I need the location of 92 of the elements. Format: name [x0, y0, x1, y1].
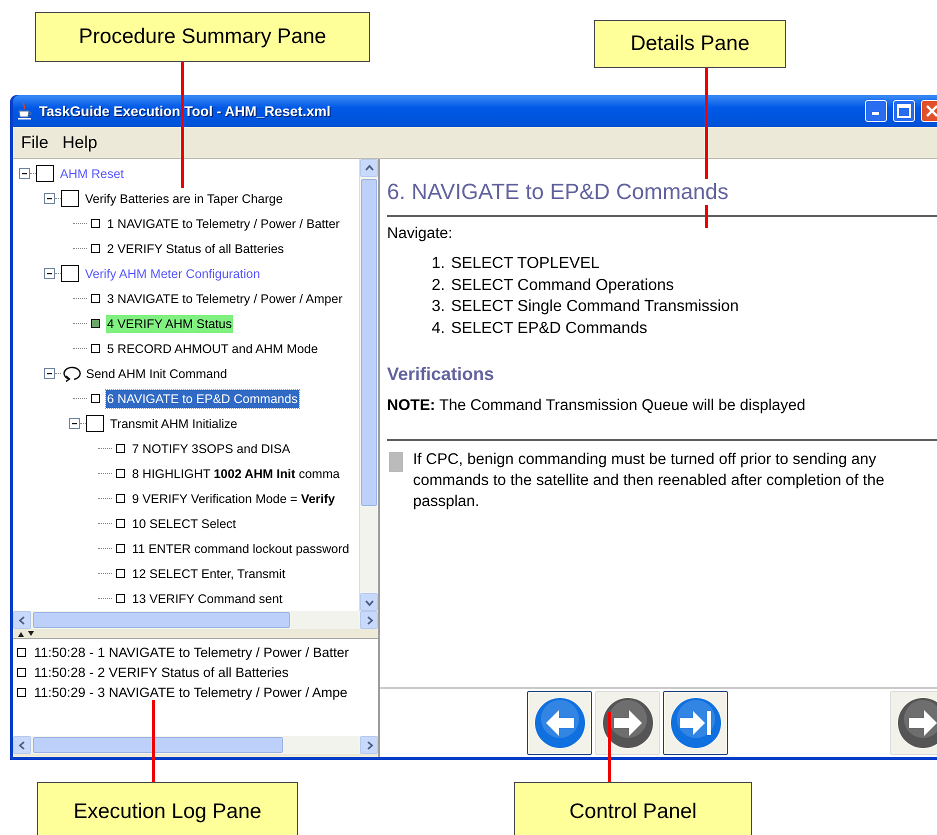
note-text: NOTE: The Command Transmission Queue will be displayed	[387, 397, 806, 415]
checkbox[interactable]	[61, 265, 79, 282]
step-checkbox[interactable]	[116, 594, 125, 603]
scrollbar-thumb[interactable]	[33, 737, 283, 753]
callout-label: Procedure Summary Pane	[35, 12, 370, 62]
step-checkbox[interactable]	[91, 244, 100, 253]
tree-item[interactable]: 2 VERIFY Status of all Batteries	[106, 240, 285, 258]
step-title: 6. NAVIGATE to EP&D Commands	[387, 179, 729, 205]
log-entry: 11:50:28 - 2 VERIFY Status of all Batteries	[34, 664, 289, 680]
window-title: TaskGuide Execution Tool - AHM_Reset.xml	[39, 103, 332, 119]
maximize-icon	[897, 104, 911, 118]
chevron-up-icon	[364, 164, 374, 172]
scroll-left-button[interactable]	[13, 611, 31, 629]
collapse-icon[interactable]	[69, 418, 80, 429]
tree-item[interactable]: 8 HIGHLIGHT 1002 AHM Init comma	[131, 464, 341, 482]
scrollbar-thumb[interactable]	[33, 612, 290, 628]
remark-marker	[389, 452, 403, 472]
back-button[interactable]	[527, 691, 592, 755]
log-entry: 11:50:29 - 3 NAVIGATE to Telemetry / Power / Ampe	[34, 684, 348, 700]
chevron-left-icon	[18, 616, 26, 624]
maximize-button[interactable]	[893, 100, 915, 122]
chevron-down-icon	[364, 598, 374, 606]
tree-item[interactable]: 4 VERIFY AHM Status	[106, 314, 233, 332]
tree-item[interactable]: 7 NOTIFY 3SOPS and DISA	[131, 440, 292, 458]
callout-label: Execution Log Pane	[37, 782, 298, 835]
tree-item[interactable]: 13 VERIFY Command sent	[131, 590, 284, 608]
tree-item[interactable]: 6 NAVIGATE to EP&D Commands	[106, 390, 299, 408]
chevron-right-icon	[364, 616, 374, 624]
tree-item[interactable]: 1 NAVIGATE to Telemetry / Power / Batter	[106, 214, 341, 232]
collapse-icon[interactable]	[19, 168, 30, 179]
step-checkbox[interactable]	[91, 319, 100, 328]
step-checkbox[interactable]	[116, 569, 125, 578]
step-number: 4.	[431, 318, 445, 338]
splitter-arrows-icon	[18, 630, 36, 636]
step-number: 3.	[431, 297, 445, 317]
tree-item[interactable]: 11 ENTER command lockout password	[131, 540, 350, 558]
callout-label: Control Panel	[514, 782, 752, 835]
step-checkbox[interactable]	[91, 394, 100, 403]
scroll-right-button[interactable]	[360, 611, 378, 629]
step-checkbox[interactable]	[91, 294, 100, 303]
checkbox[interactable]	[86, 415, 104, 432]
remark-text: If CPC, benign commanding must be turned off prior to sending any commands to the satellite and then reenabled after completion of the passplan.	[413, 450, 886, 512]
scroll-up-button[interactable]	[360, 159, 378, 177]
close-button[interactable]	[921, 100, 937, 122]
leader-line	[608, 712, 611, 782]
collapse-icon[interactable]	[44, 193, 55, 204]
tree-item[interactable]: Send AHM Init Command	[85, 364, 228, 382]
section-heading: Verifications	[387, 364, 496, 385]
step-number: 1.	[431, 254, 445, 274]
minimize-button[interactable]	[865, 100, 887, 122]
scroll-down-button[interactable]	[360, 593, 378, 611]
step-checkbox[interactable]	[116, 469, 125, 478]
tree-item[interactable]: Verify AHM Meter Configuration	[84, 264, 262, 282]
callout-label: Details Pane	[594, 20, 786, 68]
menu-item[interactable]: File	[21, 132, 48, 152]
checkbox[interactable]	[61, 190, 79, 207]
scroll-right-button[interactable]	[360, 736, 378, 754]
step-checkbox[interactable]	[116, 544, 125, 553]
step-checkbox[interactable]	[91, 344, 100, 353]
chevron-left-icon	[18, 740, 26, 750]
menu-item[interactable]: Help	[62, 132, 98, 152]
tree-item[interactable]: 12 SELECT Enter, Transmit	[131, 564, 286, 582]
skip-button[interactable]	[663, 691, 728, 755]
skip-to-end-icon	[670, 697, 722, 749]
step-checkbox[interactable]	[91, 219, 100, 228]
step-text: SELECT TOPLEVEL	[451, 254, 600, 274]
step-text: SELECT Single Command Transmission	[451, 297, 739, 317]
step-number: 2.	[431, 276, 445, 296]
tree-item[interactable]: 10 SELECT Select	[131, 514, 237, 532]
scroll-left-button[interactable]	[13, 736, 31, 754]
log-entry: 11:50:28 - 1 NAVIGATE to Telemetry / Power / Batter	[34, 644, 349, 660]
collapse-icon[interactable]	[44, 368, 55, 379]
step-text: SELECT Command Operations	[451, 276, 674, 296]
tree-item[interactable]: 3 NAVIGATE to Telemetry / Power / Amper	[106, 290, 344, 308]
collapse-icon[interactable]	[44, 268, 55, 279]
chevron-right-icon	[364, 740, 374, 750]
step-text: SELECT EP&D Commands	[451, 318, 648, 338]
tree-item[interactable]: AHM Reset	[59, 164, 125, 182]
tree-item[interactable]: Verify Batteries are in Taper Charge	[84, 190, 284, 208]
step-checkbox[interactable]	[116, 519, 125, 528]
step-checkbox[interactable]	[116, 444, 125, 453]
tree-item[interactable]: 5 RECORD AHMOUT and AHM Mode	[106, 340, 319, 358]
tree-item[interactable]: Transmit AHM Initialize	[109, 414, 238, 432]
coffee-cup-icon	[17, 102, 33, 120]
scrollbar-thumb[interactable]	[361, 179, 377, 506]
tree-item[interactable]: 9 VERIFY Verification Mode = Verify	[131, 490, 336, 508]
next-arrow-icon	[896, 697, 937, 749]
checkbox[interactable]	[36, 165, 54, 182]
loop-arrow-icon	[61, 365, 81, 382]
close-icon	[926, 105, 937, 117]
instruction-text: Navigate:	[387, 225, 454, 243]
step-checkbox[interactable]	[116, 494, 125, 503]
